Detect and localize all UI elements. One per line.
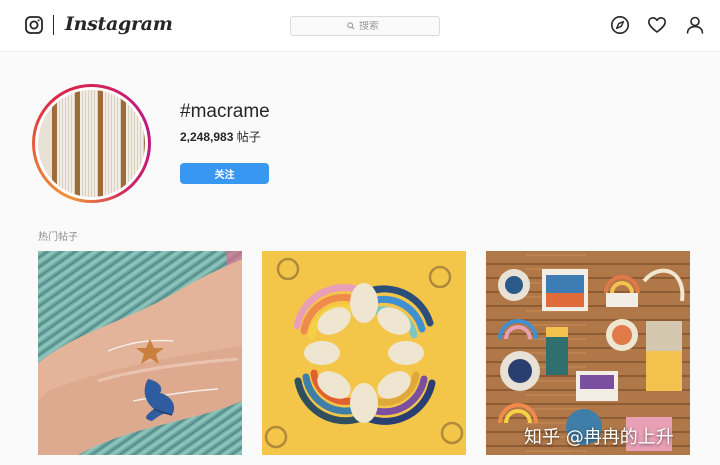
post-count-unit: 帖子 [236, 130, 261, 144]
activity-heart-icon[interactable] [647, 15, 667, 35]
post-thumbnail-2[interactable] [262, 251, 466, 455]
zhihu-watermark: 知乎 @冉冉的上升 [524, 427, 674, 448]
search-box[interactable] [290, 16, 440, 36]
hashtag-avatar[interactable] [32, 84, 151, 203]
post-count-value: 2,248,983 [180, 130, 234, 144]
instagram-glyph-icon[interactable] [25, 16, 43, 34]
post-thumbnail-1[interactable] [38, 251, 242, 455]
follow-button[interactable]: 关注 [180, 163, 269, 184]
avatar-image [38, 90, 145, 197]
logo-divider [53, 15, 54, 35]
hashtag-title: #macrame [180, 101, 270, 122]
bracelet-photo [38, 251, 242, 455]
profile-person-icon[interactable] [685, 15, 705, 35]
search-input[interactable] [359, 20, 383, 32]
instagram-wordmark[interactable]: Instagram [65, 13, 173, 35]
rainbow-keychains-photo [262, 251, 466, 455]
top-navigation-bar: Instagram [0, 0, 720, 52]
explore-compass-icon[interactable] [610, 15, 630, 35]
top-posts-label: 热门帖子 [38, 232, 78, 243]
search-icon [347, 22, 355, 30]
post-count: 2,248,983 帖子 [180, 128, 261, 145]
